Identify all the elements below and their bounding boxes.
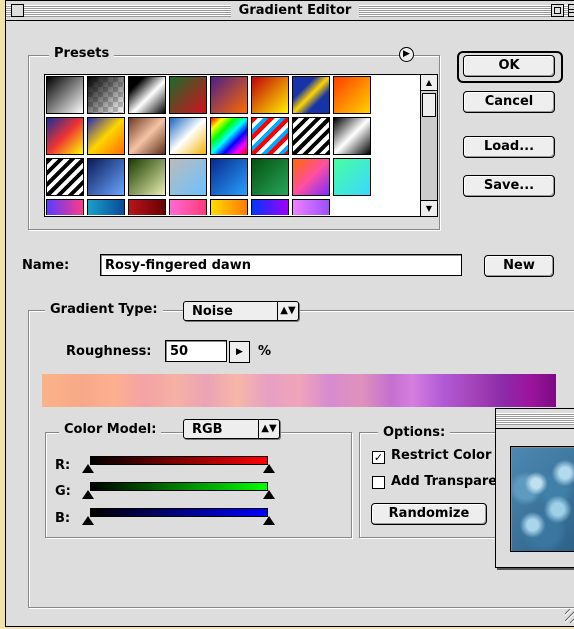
collapse-box-icon[interactable] bbox=[568, 4, 574, 17]
preset-swatch[interactable] bbox=[169, 117, 207, 155]
preset-swatch[interactable] bbox=[210, 76, 248, 114]
updown-arrow-icon: ▲▼ bbox=[258, 420, 279, 438]
preview-thumbnail-frame bbox=[510, 446, 574, 552]
red-min-stop[interactable] bbox=[82, 464, 94, 473]
preview-window[interactable] bbox=[495, 408, 574, 568]
channel-b-label: B: bbox=[55, 511, 71, 526]
save-button[interactable]: Save... bbox=[463, 175, 555, 197]
preset-swatch[interactable] bbox=[128, 158, 166, 196]
preset-swatch[interactable] bbox=[46, 199, 84, 215]
channel-r-label: R: bbox=[55, 458, 71, 473]
roughness-field[interactable] bbox=[165, 340, 227, 362]
preset-swatch[interactable] bbox=[87, 117, 125, 155]
roughness-slider-icon[interactable]: ▶ bbox=[229, 341, 250, 363]
presets-scrollbar[interactable]: ▲ ▼ bbox=[420, 75, 437, 216]
preset-swatch[interactable] bbox=[87, 76, 125, 114]
color-model-popup[interactable]: RGB ▲▼ bbox=[183, 419, 280, 439]
gradient-editor-window: Gradient Editor Presets ▶ ▲ ▼ OK Cancel … bbox=[5, 0, 574, 627]
preset-swatch[interactable] bbox=[128, 199, 166, 215]
red-channel-slider bbox=[90, 456, 268, 465]
green-max-stop[interactable] bbox=[263, 490, 275, 499]
green-min-stop[interactable] bbox=[82, 490, 94, 499]
preset-swatch[interactable] bbox=[251, 76, 289, 114]
green-channel-slider bbox=[90, 482, 268, 491]
color-model-value: RGB bbox=[192, 422, 223, 437]
roughness-unit: % bbox=[258, 344, 272, 359]
load-button[interactable]: Load... bbox=[463, 136, 555, 158]
presets-menu-icon[interactable]: ▶ bbox=[399, 47, 414, 62]
window-title: Gradient Editor bbox=[6, 1, 574, 20]
restrict-colors-checkbox[interactable]: ✓ bbox=[372, 451, 385, 464]
ok-button[interactable]: OK bbox=[463, 55, 555, 77]
gradient-preview-bar bbox=[42, 374, 556, 407]
preset-swatch[interactable] bbox=[251, 158, 289, 196]
scroll-up-icon[interactable]: ▲ bbox=[421, 75, 437, 91]
gradient-type-popup[interactable]: Noise ▲▼ bbox=[183, 301, 299, 321]
blue-max-stop[interactable] bbox=[263, 516, 275, 525]
preset-swatch[interactable] bbox=[169, 76, 207, 114]
preset-swatch[interactable] bbox=[292, 117, 330, 155]
preset-swatch[interactable] bbox=[251, 199, 289, 215]
preset-swatch[interactable] bbox=[333, 117, 371, 155]
preset-swatch[interactable] bbox=[210, 158, 248, 196]
preset-swatch[interactable] bbox=[169, 158, 207, 196]
preset-swatch[interactable] bbox=[333, 76, 371, 114]
name-label: Name: bbox=[22, 258, 70, 273]
presets-label: Presets bbox=[49, 46, 115, 61]
gradient-type-value: Noise bbox=[192, 304, 233, 319]
new-button[interactable]: New bbox=[484, 255, 554, 277]
cancel-button[interactable]: Cancel bbox=[463, 91, 555, 113]
preset-swatch[interactable] bbox=[128, 117, 166, 155]
preset-swatch[interactable] bbox=[87, 199, 125, 215]
options-label: Options: bbox=[378, 425, 451, 440]
scroll-thumb[interactable] bbox=[422, 93, 436, 117]
preset-swatch[interactable] bbox=[210, 199, 248, 215]
name-field[interactable] bbox=[100, 254, 462, 276]
preset-swatch[interactable] bbox=[46, 158, 84, 196]
preset-swatch[interactable] bbox=[292, 76, 330, 114]
presets-swatch-grid: ▲ ▼ bbox=[44, 74, 438, 217]
zoom-box-icon[interactable] bbox=[551, 4, 564, 17]
preset-swatch[interactable] bbox=[292, 199, 330, 215]
roughness-label: Roughness: bbox=[66, 344, 152, 359]
preset-swatch[interactable] bbox=[333, 158, 371, 196]
channel-g-label: G: bbox=[55, 484, 71, 499]
preset-swatch[interactable] bbox=[46, 76, 84, 114]
blue-min-stop[interactable] bbox=[82, 516, 94, 525]
preset-swatch[interactable] bbox=[292, 158, 330, 196]
preset-swatch[interactable] bbox=[169, 199, 207, 215]
updown-arrow-icon: ▲▼ bbox=[277, 302, 298, 320]
blue-channel-slider bbox=[90, 508, 268, 517]
scroll-down-icon[interactable]: ▼ bbox=[421, 200, 437, 216]
preset-swatch[interactable] bbox=[87, 158, 125, 196]
preview-window-titlebar[interactable] bbox=[496, 409, 574, 429]
preset-swatch[interactable] bbox=[251, 117, 289, 155]
swatch-container bbox=[46, 76, 416, 215]
restrict-colors-label[interactable]: Restrict Color bbox=[391, 448, 491, 463]
add-transparency-checkbox[interactable] bbox=[372, 476, 385, 489]
resize-grip-icon[interactable] bbox=[565, 609, 574, 623]
title-bar[interactable]: Gradient Editor bbox=[6, 1, 574, 21]
preset-swatch[interactable] bbox=[46, 117, 84, 155]
preset-swatch[interactable] bbox=[210, 117, 248, 155]
randomize-button[interactable]: Randomize bbox=[371, 503, 487, 525]
gradient-type-label: Gradient Type: bbox=[45, 302, 163, 317]
red-max-stop[interactable] bbox=[263, 464, 275, 473]
preset-swatch[interactable] bbox=[128, 76, 166, 114]
color-model-label: Color Model: bbox=[59, 422, 162, 437]
